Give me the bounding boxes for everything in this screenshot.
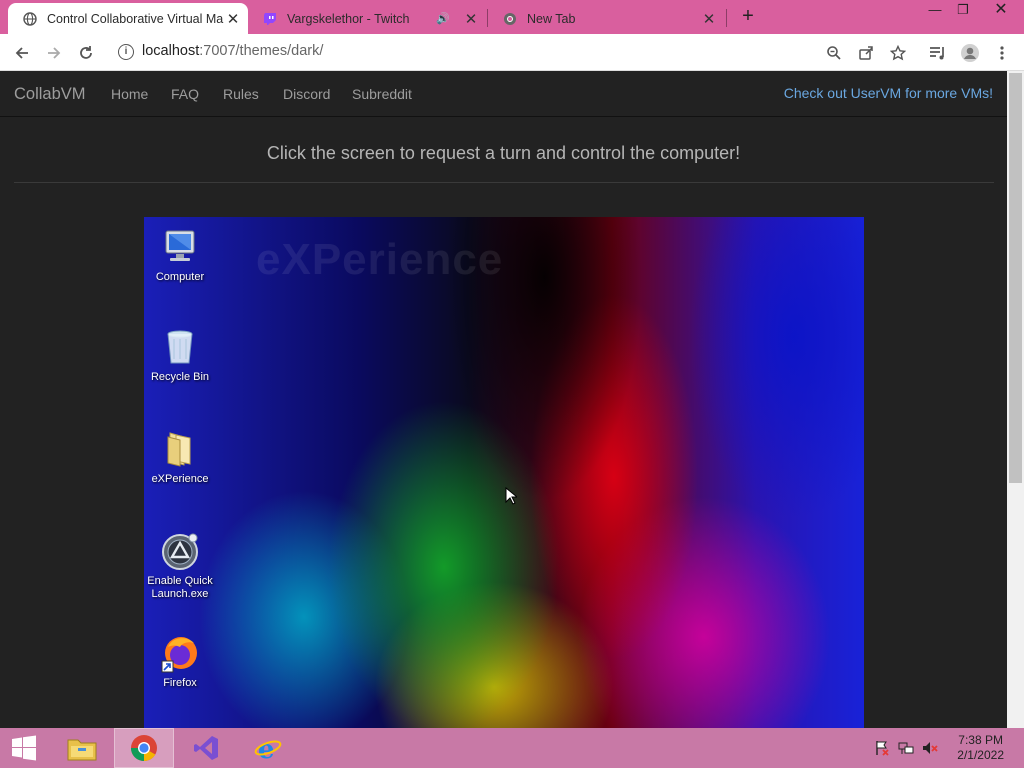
taskbar-internet-explorer[interactable]: e <box>238 728 298 768</box>
computer-icon <box>160 227 200 267</box>
mouse-cursor-icon <box>505 487 517 505</box>
nav-home[interactable]: Home <box>111 86 148 102</box>
vm-watermark: eXPerience <box>256 235 504 284</box>
taskbar-file-explorer[interactable] <box>52 728 112 768</box>
start-icon <box>12 735 36 761</box>
volume-muted-icon[interactable] <box>922 740 938 756</box>
page-content: CollabVM Home FAQ Rules Discord Subreddi… <box>0 71 1007 728</box>
nav-rules[interactable]: Rules <box>223 86 259 102</box>
desktop-icon-recycle-bin[interactable]: Recycle Bin <box>146 327 214 384</box>
tab-close-icon[interactable]: ✕ <box>462 10 480 28</box>
url-host: localhost <box>142 43 200 59</box>
clock-date: 2/1/2022 <box>957 748 1004 762</box>
url-text: localhost:7007/themes/dark/ <box>142 43 323 59</box>
tab-new-tab[interactable]: New Tab ✕ <box>488 3 724 34</box>
clock-time: 7:38 PM <box>958 733 1003 747</box>
desktop-icon-firefox[interactable]: Firefox <box>146 633 214 690</box>
desktop-icon-label: Firefox <box>163 677 197 689</box>
reload-icon[interactable] <box>74 41 98 65</box>
new-tab-button[interactable]: + <box>736 5 760 29</box>
vm-screen[interactable]: eXPerience Computer Recycle Bin eXPerien… <box>144 217 864 728</box>
zoom-icon[interactable] <box>824 43 844 63</box>
profile-avatar-icon[interactable] <box>958 41 982 65</box>
url-path: :7007/themes/dark/ <box>199 43 324 59</box>
uservm-link[interactable]: Check out UserVM for more VMs! <box>784 85 993 101</box>
svg-text:e: e <box>258 735 275 762</box>
address-bar[interactable]: i localhost:7007/themes/dark/ <box>108 38 916 67</box>
tab-title: Control Collaborative Virtual Ma <box>47 11 224 26</box>
tab-twitch[interactable]: Vargskelethor - Twitch 🔊 ✕ <box>248 3 486 34</box>
start-button[interactable] <box>0 728 48 768</box>
visual-studio-icon <box>194 736 218 760</box>
tab-collabvm[interactable]: Control Collaborative Virtual Ma ✕ <box>8 3 248 34</box>
desktop-icon-label: eXPerience <box>151 473 209 485</box>
desktop-icon-experience[interactable]: eXPerience <box>146 429 214 486</box>
reading-list-icon[interactable] <box>926 41 950 65</box>
chrome-icon <box>502 11 518 27</box>
scrollbar-thumb[interactable] <box>1009 73 1022 483</box>
back-icon[interactable] <box>10 41 34 65</box>
network-icon[interactable] <box>898 740 914 756</box>
nav-subreddit[interactable]: Subreddit <box>352 86 412 102</box>
tab-close-icon[interactable]: ✕ <box>224 10 242 28</box>
browser-toolbar: i localhost:7007/themes/dark/ <box>0 34 1024 71</box>
menu-kebab-icon[interactable] <box>990 41 1014 65</box>
twitch-icon <box>262 11 278 27</box>
minimize-icon[interactable]: — <box>920 0 950 22</box>
tab-title: Vargskelethor - Twitch <box>287 11 410 26</box>
window-close-icon[interactable]: ✕ <box>978 0 1024 22</box>
forward-icon[interactable] <box>42 41 66 65</box>
file-explorer-icon <box>67 739 97 761</box>
desktop-icon-label: Enable Quick Launch.exe <box>147 575 213 600</box>
recycle-bin-icon <box>160 327 200 367</box>
desktop-icon-computer[interactable]: Computer <box>146 227 214 284</box>
firefox-icon <box>160 633 200 673</box>
divider <box>14 182 994 183</box>
speaker-icon[interactable]: 🔊 <box>436 12 450 25</box>
tab-title: New Tab <box>527 11 576 26</box>
system-clock[interactable]: 7:38 PM 2/1/2022 <box>957 733 1004 763</box>
brand-link[interactable]: CollabVM <box>14 85 86 104</box>
windows-taskbar: e 7:38 PM 2/1/2022 <box>0 728 1024 768</box>
taskbar-chrome[interactable] <box>114 728 174 768</box>
tab-close-icon[interactable]: ✕ <box>700 10 718 28</box>
folder-icon <box>160 429 200 469</box>
bookmark-star-icon[interactable] <box>888 43 908 63</box>
nav-faq[interactable]: FAQ <box>171 86 199 102</box>
chrome-icon <box>130 735 157 762</box>
taskbar-visual-studio[interactable] <box>176 728 236 768</box>
site-navbar: CollabVM Home FAQ Rules Discord Subreddi… <box>0 71 1007 117</box>
action-center-flag-icon[interactable] <box>874 740 890 756</box>
tab-strip: Control Collaborative Virtual Ma ✕ Vargs… <box>0 0 1024 34</box>
desktop-icon-quick-launch[interactable]: Enable Quick Launch.exe <box>146 531 214 601</box>
desktop-icon-label: Recycle Bin <box>150 371 210 383</box>
nav-discord[interactable]: Discord <box>283 86 330 102</box>
turn-request-heading: Click the screen to request a turn and c… <box>266 143 741 163</box>
tab-separator <box>726 9 727 27</box>
share-icon[interactable] <box>856 43 876 63</box>
internet-explorer-icon: e <box>254 735 282 762</box>
desktop-icon-label: Computer <box>155 271 205 283</box>
site-info-icon[interactable]: i <box>118 44 134 60</box>
quick-launch-icon <box>160 531 200 571</box>
restore-icon[interactable]: ❐ <box>948 0 978 22</box>
globe-icon <box>22 11 38 27</box>
